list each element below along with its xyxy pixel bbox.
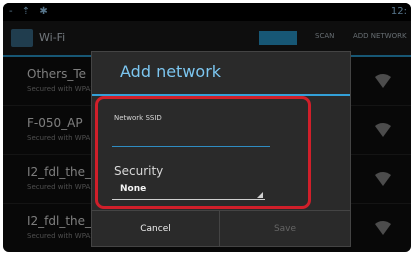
dialog-header: Add network [92, 52, 350, 96]
highlight-annotation [95, 96, 311, 209]
dialog-title: Add network [120, 62, 222, 81]
save-button[interactable]: Save [221, 211, 349, 247]
dialog-button-bar: Cancel Save [92, 210, 350, 247]
cancel-button[interactable]: Cancel [92, 211, 220, 247]
